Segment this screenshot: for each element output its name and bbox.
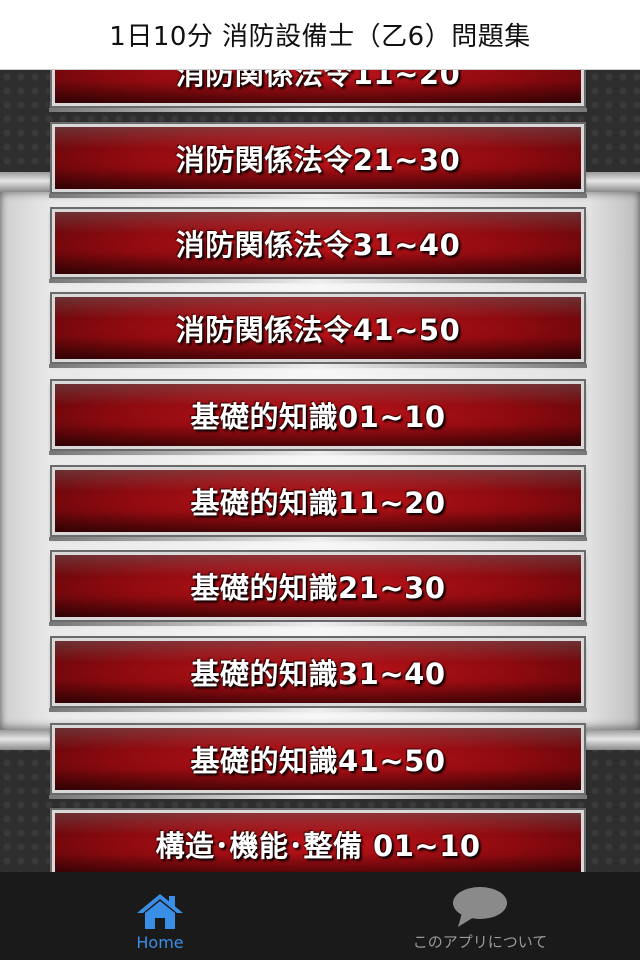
- menu-button-basics-11-20[interactable]: 基礎的知識11~20: [49, 465, 587, 541]
- menu-button-label: 構造･機能･整備 01~10: [155, 829, 481, 863]
- menu-button-label: 消防関係法令11~20: [175, 70, 461, 91]
- menu-button-label: 基礎的知識41~50: [190, 744, 446, 778]
- page-title: 1日10分 消防設備士（乙6）問題集: [109, 22, 531, 52]
- menu-button-law-41-50[interactable]: 消防関係法令41~50: [49, 292, 587, 368]
- nav-about-button[interactable]: このアプリについて: [320, 872, 640, 960]
- menu-button-basics-21-30[interactable]: 基礎的知識21~30: [49, 550, 587, 626]
- menu-button-law-31-40[interactable]: 消防関係法令31~40: [49, 207, 587, 283]
- menu-area[interactable]: 消防関係法令11~20 消防関係法令21~30 消防関係法令31~40 消防関係…: [0, 70, 640, 872]
- app-header: 1日10分 消防設備士（乙6）問題集: [0, 0, 640, 70]
- bottom-navigation: Home このアプリについて: [0, 872, 640, 960]
- nav-home-label: Home: [136, 933, 184, 952]
- speech-bubble-icon: [453, 887, 507, 927]
- menu-button-basics-41-50[interactable]: 基礎的知識41~50: [49, 723, 587, 799]
- menu-button-label: 基礎的知識21~30: [190, 571, 446, 605]
- menu-button-basics-31-40[interactable]: 基礎的知識31~40: [49, 636, 587, 712]
- nav-home-button[interactable]: Home: [0, 872, 320, 960]
- menu-button-label: 基礎的知識31~40: [190, 657, 446, 691]
- menu-button-label: 基礎的知識11~20: [190, 486, 446, 520]
- menu-button-law-21-30[interactable]: 消防関係法令21~30: [49, 122, 587, 198]
- menu-button-law-11-20[interactable]: 消防関係法令11~20: [49, 70, 587, 112]
- home-icon: [137, 894, 183, 929]
- menu-button-label: 消防関係法令31~40: [175, 228, 461, 262]
- menu-button-label: 消防関係法令41~50: [175, 313, 461, 347]
- menu-button-basics-01-10[interactable]: 基礎的知識01~10: [49, 379, 587, 455]
- menu-button-label: 消防関係法令21~30: [175, 143, 461, 177]
- menu-button-structure-01-10[interactable]: 構造･機能･整備 01~10: [50, 808, 586, 872]
- app-screen: 1日10分 消防設備士（乙6）問題集 消防関係法令11~20 消防関係法令21~…: [0, 0, 640, 960]
- nav-about-label: このアプリについて: [412, 933, 548, 951]
- menu-button-label: 基礎的知識01~10: [190, 400, 446, 434]
